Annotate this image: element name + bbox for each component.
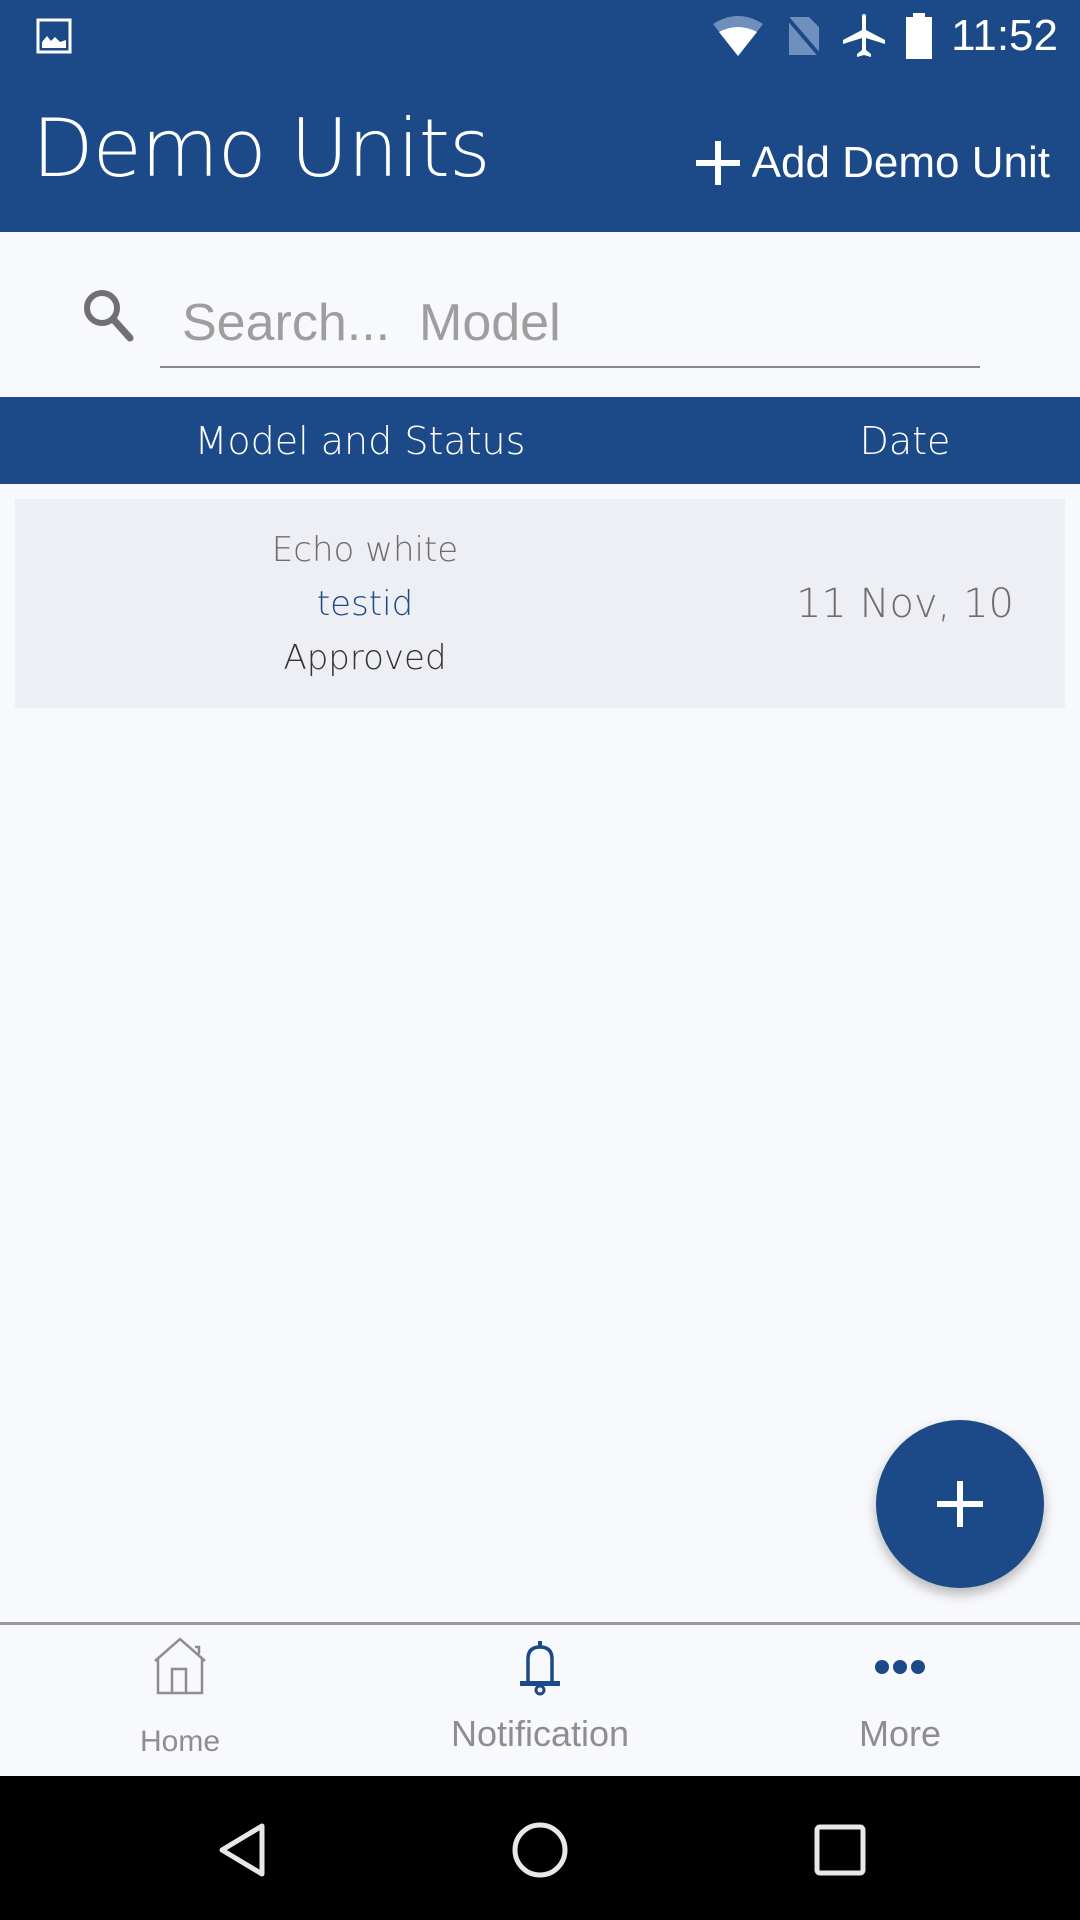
home-icon (154, 1637, 206, 1695)
add-demo-unit-label: Add Demo Unit (751, 138, 1050, 187)
status-bar: 11:52 (0, 0, 1080, 72)
add-demo-unit-button[interactable]: Add Demo Unit (695, 138, 1050, 188)
no-sim-icon (783, 13, 823, 59)
back-icon[interactable] (212, 1820, 272, 1880)
search-area (0, 232, 1080, 397)
table-row[interactable]: Echo white testid Approved 11 Nov, 10 (15, 499, 1065, 708)
bell-icon (520, 1641, 560, 1696)
table-header: Model and Status Date (0, 397, 1080, 484)
unit-id: testid (316, 583, 414, 624)
search-input[interactable] (160, 280, 980, 368)
status-icons: 11:52 (711, 10, 1058, 62)
status-time: 11:52 (951, 11, 1058, 60)
bottom-navigation: Home Notification More (0, 1622, 1080, 1776)
home-circle-icon[interactable] (510, 1820, 570, 1880)
plus-icon (937, 1481, 983, 1527)
nav-item-more[interactable]: More (720, 1625, 1080, 1776)
recents-icon[interactable] (810, 1820, 870, 1880)
nav-label-notification: Notification (450, 1713, 630, 1754)
search-icon (84, 290, 134, 342)
wifi-icon (713, 16, 764, 56)
more-dots-icon (875, 1660, 925, 1674)
date-cell: 11 Nov, 10 (795, 580, 1014, 627)
column-header-date: Date (859, 419, 951, 463)
app-bar: Demo Units Add Demo Unit (0, 72, 1080, 232)
model-name: Echo white (271, 529, 459, 570)
model-status-cell: Echo white testid Approved (15, 499, 715, 708)
battery-icon (906, 13, 933, 59)
system-navigation-bar (0, 1776, 1080, 1920)
column-header-model-status: Model and Status (194, 419, 526, 463)
page-title: Demo Units (32, 102, 491, 195)
nav-item-home[interactable]: Home (0, 1625, 360, 1776)
gallery-icon (36, 18, 72, 54)
nav-label-home: Home (139, 1725, 221, 1758)
status-text: Approved (283, 637, 447, 678)
nav-label-more: More (858, 1713, 942, 1754)
nav-item-notification[interactable]: Notification (360, 1625, 720, 1776)
airplane-icon (843, 14, 886, 57)
plus-icon (695, 141, 740, 185)
add-fab-button[interactable] (876, 1420, 1044, 1588)
